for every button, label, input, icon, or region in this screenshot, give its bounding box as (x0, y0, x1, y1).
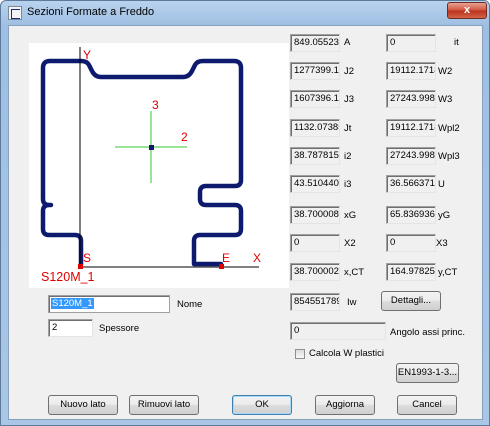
centroid-marker (149, 145, 154, 150)
prop-iw-value: 854551789 (290, 293, 340, 311)
close-button[interactable]: x (447, 2, 487, 19)
prop-yg-value: 65.8369369 (386, 206, 436, 224)
axis-2-label: 2 (181, 130, 188, 144)
spessore-input[interactable]: 2 (48, 319, 93, 337)
prop-wpl3-value: 27243.9980 (386, 147, 436, 165)
spessore-label: Spessore (99, 323, 140, 334)
prop-w2-label: W2 (438, 66, 453, 77)
prop-w2-value: 19112.1718 (386, 62, 436, 80)
prop-jt-label: Jt (344, 123, 352, 134)
prop-it-value: 0 (386, 34, 436, 52)
prop-xg-label: xG (344, 210, 357, 221)
angolo-value: 0 (290, 322, 386, 340)
y-axis-label: Y (83, 48, 91, 62)
prop-a-label: A (344, 37, 351, 48)
prop-wpl2-label: Wpl2 (438, 123, 460, 134)
prop-i3-label: i3 (344, 179, 352, 190)
start-label: S (83, 251, 91, 265)
calcola-checkbox[interactable] (295, 349, 305, 359)
prop-wpl3-label: Wpl3 (438, 151, 460, 162)
section-drawing: Y X S E 3 2 S120M_1 (29, 43, 289, 288)
calcola-label: Calcola W plastici (309, 348, 384, 359)
prop-w3-label: W3 (438, 94, 453, 105)
prop-x3-value: 0 (386, 234, 436, 252)
rimuovi-lato-button[interactable]: Rimuovi lato (129, 395, 199, 415)
dialog-window: Sezioni Formate a Freddo x Y X S E 3 2 S… (0, 0, 490, 426)
prop-j2-label: J2 (344, 66, 355, 77)
angolo-label: Angolo assi princ. (390, 327, 465, 338)
prop-i3-value: 43.5104400 (290, 175, 340, 193)
prop-xct-label: x,CT (344, 267, 365, 278)
prop-a-value: 849.0552380 (290, 34, 340, 52)
ok-button[interactable]: OK (232, 395, 292, 415)
prop-yct-label: y,CT (438, 267, 458, 278)
app-icon (8, 6, 22, 20)
prop-x3-label: X3 (436, 238, 448, 249)
prop-i2-label: i2 (344, 151, 352, 162)
prop-wpl2-value: 19112.1718 (386, 119, 436, 137)
prop-i2-value: 38.7878150 (290, 147, 340, 165)
prop-w3-value: 27243.9980 (386, 90, 436, 108)
nome-selected-text: S120M_1 (51, 298, 94, 309)
nuovo-lato-button[interactable]: Nuovo lato (48, 395, 118, 415)
cancel-button[interactable]: Cancel (397, 395, 457, 415)
prop-u-label: U (438, 179, 445, 190)
prop-j3-label: J3 (344, 94, 355, 105)
nome-input[interactable]: S120M_1 (48, 295, 170, 313)
nome-label: Nome (177, 299, 203, 310)
section-name-label: S120M_1 (41, 270, 95, 284)
axis-3-label: 3 (152, 98, 159, 112)
title-bar[interactable]: Sezioni Formate a Freddo x (1, 1, 489, 25)
prop-it-label: it (454, 37, 459, 48)
prop-xg-value: 38.7000083 (290, 206, 340, 224)
en1993-button[interactable]: EN1993-1-3... (396, 363, 459, 383)
aggiorna-button[interactable]: Aggiorna (315, 395, 375, 415)
prop-j3-value: 1607396.12 (290, 90, 340, 108)
window-title: Sezioni Formate a Freddo (27, 6, 155, 18)
prop-yct-value: 164.978257 (386, 263, 436, 281)
prop-x2-label: X2 (344, 238, 356, 249)
prop-jt-value: 1132.07385 (290, 119, 340, 137)
end-label: E (222, 251, 230, 265)
prop-xct-value: 38.7000024 (290, 263, 340, 281)
prop-yg-label: yG (438, 210, 451, 221)
dettagli-button[interactable]: Dettagli... (381, 291, 441, 311)
prop-iw-label: Iw (347, 297, 357, 308)
prop-u-value: 36.5663719 (386, 175, 436, 193)
x-axis-label: X (253, 251, 261, 265)
prop-x2-value: 0 (290, 234, 340, 252)
profile-outline (40, 58, 244, 267)
prop-j2-value: 1277399.12 (290, 62, 340, 80)
